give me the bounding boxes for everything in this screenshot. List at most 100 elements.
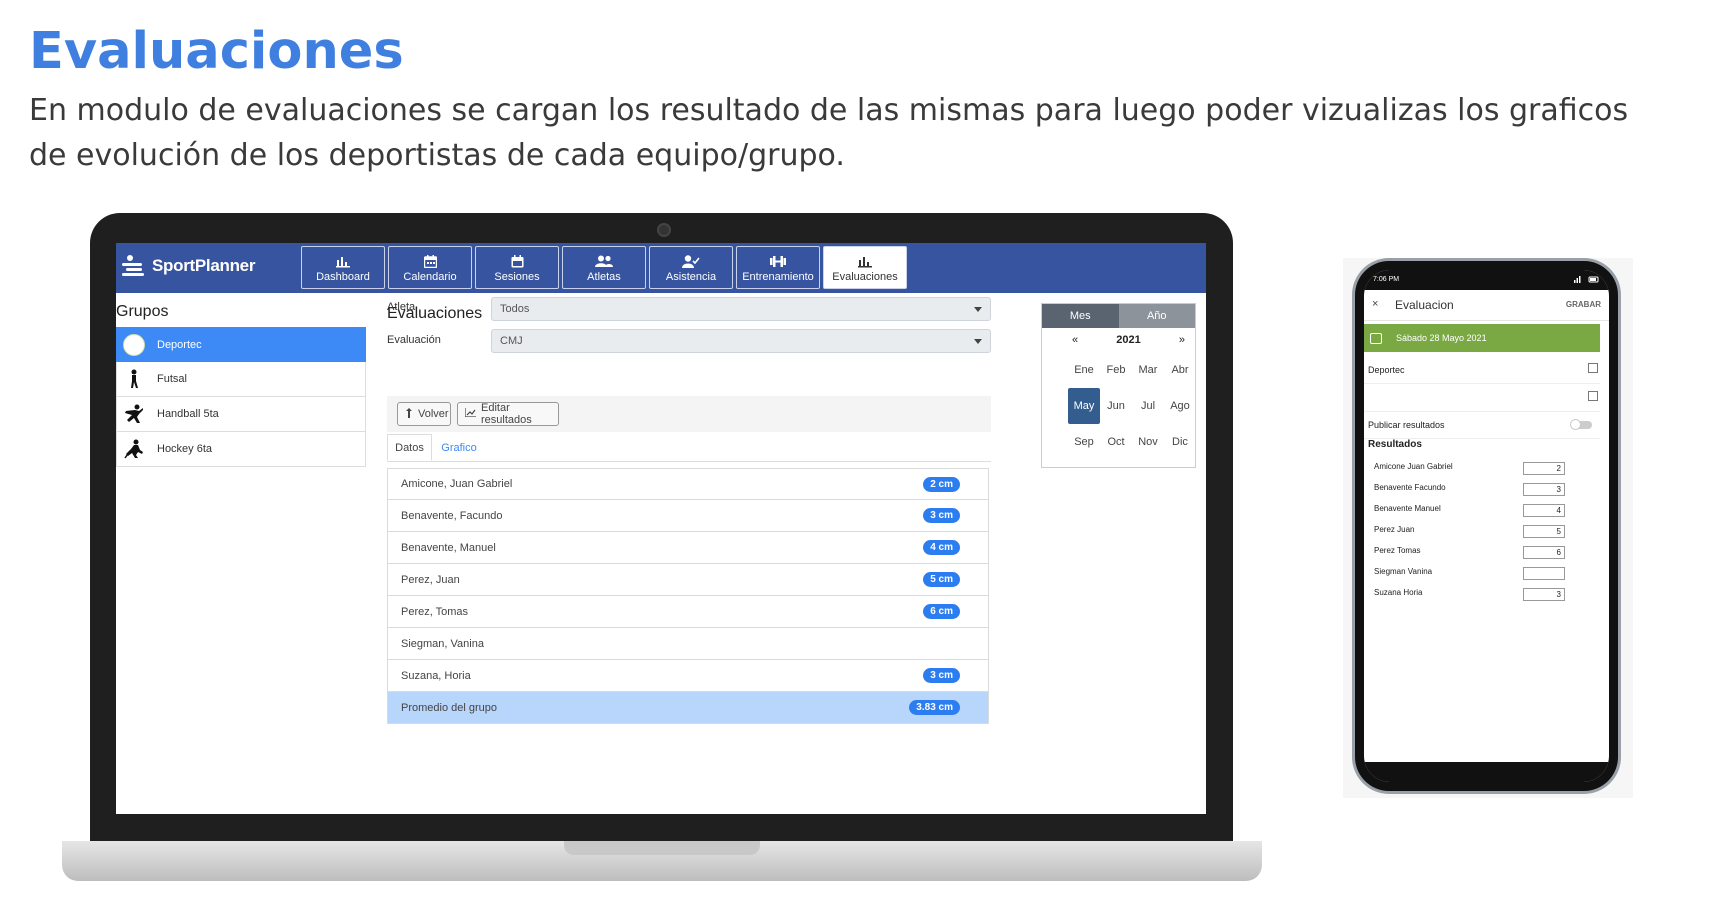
results-list: Amicone, Juan Gabriel 2 cm Benavente, Fa… <box>387 468 989 724</box>
month-cell[interactable]: Abr <box>1164 352 1196 388</box>
phone-result-input[interactable]: 2 <box>1523 462 1565 475</box>
next-year-button[interactable]: » <box>1179 334 1185 346</box>
back-button-label: Volver <box>418 408 449 420</box>
group-item-hockey[interactable]: Hockey 6ta <box>116 432 366 467</box>
group-row[interactable]: Deportec <box>1364 356 1600 384</box>
calendar-header: « 2021 » <box>1042 328 1195 352</box>
phone-result-row: Amicone Juan Gabriel 2 <box>1374 458 1596 478</box>
prev-year-button[interactable]: « <box>1072 334 1078 346</box>
phone-result-name: Amicone Juan Gabriel <box>1374 462 1453 471</box>
laptop-camera <box>657 223 671 237</box>
group-label: Futsal <box>157 373 187 385</box>
group-list: Deportec Futsal Handball 5ta Hockey 6ta <box>116 327 366 467</box>
line-chart-icon <box>464 408 476 420</box>
slide-description: En modulo de evaluaciones se cargan los … <box>29 93 1629 173</box>
chart-icon <box>858 253 872 271</box>
phone-status-bar: 7:06 PM <box>1364 270 1609 290</box>
results-toolbar: Volver Editar resultados <box>387 396 991 432</box>
handball-player-icon <box>123 403 145 425</box>
users-icon <box>595 253 613 271</box>
month-cell[interactable]: Jun <box>1100 388 1132 424</box>
phone-result-name: Siegman Vanina <box>1374 567 1433 576</box>
result-badge: 3 cm <box>923 668 960 683</box>
group-item-handball[interactable]: Handball 5ta <box>116 397 366 432</box>
phone-title: Evaluacion <box>1395 298 1454 312</box>
close-icon[interactable]: × <box>1372 298 1378 310</box>
tab-datos[interactable]: Datos <box>387 434 432 461</box>
group-label: Deportec <box>157 338 202 351</box>
nav-tab-sesiones[interactable]: Sesiones <box>475 246 559 289</box>
tab-grafico[interactable]: Grafico <box>434 434 484 461</box>
phone-result-row: Benavente Facundo 3 <box>1374 479 1596 499</box>
publish-row: Publicar resultados <box>1364 411 1600 439</box>
month-cell[interactable]: Ene <box>1068 352 1100 388</box>
average-label: Promedio del grupo <box>401 701 498 714</box>
toggle-mes[interactable]: Mes <box>1042 304 1119 328</box>
phone-result-input[interactable]: 3 <box>1523 588 1565 601</box>
sportplanner-logo-icon <box>122 255 144 276</box>
average-badge: 3.83 cm <box>909 700 960 715</box>
phone-result-input[interactable]: 4 <box>1523 504 1565 517</box>
group-item-futsal[interactable]: Futsal <box>116 362 366 397</box>
status-icons <box>1574 276 1600 284</box>
group-label: Hockey 6ta <box>157 443 213 455</box>
month-cell[interactable]: Mar <box>1132 352 1164 388</box>
phone-result-row: Perez Juan 5 <box>1374 521 1596 541</box>
month-cell[interactable]: Sep <box>1068 424 1100 460</box>
phone-result-input[interactable]: 6 <box>1523 546 1565 559</box>
group-item-deportec[interactable]: Deportec <box>116 327 366 362</box>
group-label: Handball 5ta <box>157 408 219 420</box>
result-row: Perez, Tomas 6 cm <box>387 596 989 628</box>
month-cell[interactable]: Nov <box>1132 424 1164 460</box>
nav-tab-evaluaciones[interactable]: Evaluaciones <box>823 246 907 289</box>
phone-frame: 7:06 PM × Evaluacion GRABAR Sábado 28 Ma… <box>1355 261 1618 791</box>
evaluation-label: Evaluación <box>387 334 441 346</box>
result-row: Benavente, Manuel 4 cm <box>387 532 989 564</box>
nav-tab-dashboard[interactable]: Dashboard <box>301 246 385 289</box>
result-name: Suzana, Horia <box>401 669 471 682</box>
nav-tab-asistencia[interactable]: Asistencia <box>649 246 733 289</box>
month-cell[interactable]: Ago <box>1164 388 1196 424</box>
phone-result-name: Perez Tomas <box>1374 546 1421 555</box>
nav-tab-label: Calendario <box>403 270 457 283</box>
bar-chart-icon <box>336 253 350 271</box>
evaluation-row[interactable] <box>1364 384 1600 412</box>
group-name: Deportec <box>1368 364 1405 375</box>
nav-tab-atletas[interactable]: Atletas <box>562 246 646 289</box>
phone-result-input[interactable] <box>1523 567 1565 580</box>
external-link-icon[interactable] <box>1588 363 1598 373</box>
result-badge: 6 cm <box>923 604 960 619</box>
slide-title: Evaluaciones <box>29 22 404 81</box>
phone-result-input[interactable]: 3 <box>1523 483 1565 496</box>
phone-result-name: Benavente Manuel <box>1374 504 1441 513</box>
athlete-label: Atleta <box>387 301 416 313</box>
result-badge: 4 cm <box>923 540 960 555</box>
laptop-base <box>62 841 1262 881</box>
calendar-icon <box>423 253 437 271</box>
nav-tab-calendario[interactable]: Calendario <box>388 246 472 289</box>
month-cell[interactable]: Oct <box>1100 424 1132 460</box>
month-cell[interactable]: Dic <box>1164 424 1196 460</box>
brand-name: SportPlanner <box>152 256 256 275</box>
month-cell[interactable]: Jul <box>1132 388 1164 424</box>
edit-results-button[interactable]: Editar resultados <box>457 402 559 426</box>
result-name: Perez, Tomas <box>401 605 469 618</box>
phone-result-row: Perez Tomas 6 <box>1374 542 1596 562</box>
month-cell[interactable]: Feb <box>1100 352 1132 388</box>
phone-result-input[interactable]: 5 <box>1523 525 1565 538</box>
brand[interactable]: SportPlanner <box>120 253 255 279</box>
back-button[interactable]: Volver <box>397 402 451 426</box>
phone-result-row: Suzana Horia 3 <box>1374 584 1596 604</box>
nav-tab-entrenamiento[interactable]: Entrenamiento <box>736 246 820 289</box>
phone-result-name: Perez Juan <box>1374 525 1415 534</box>
calendar-toggle: Mes Año <box>1042 304 1195 328</box>
date-bar[interactable]: Sábado 28 Mayo 2021 <box>1364 324 1600 352</box>
publish-toggle[interactable] <box>1570 419 1592 430</box>
save-button[interactable]: GRABAR <box>1566 300 1601 309</box>
evaluation-select[interactable]: CMJ <box>491 329 991 353</box>
month-cell-selected[interactable]: May <box>1068 388 1100 424</box>
external-link-icon[interactable] <box>1588 391 1598 401</box>
hockey-player-icon <box>123 438 145 460</box>
toggle-ano[interactable]: Año <box>1118 304 1195 328</box>
athlete-select[interactable]: Todos <box>491 297 991 321</box>
